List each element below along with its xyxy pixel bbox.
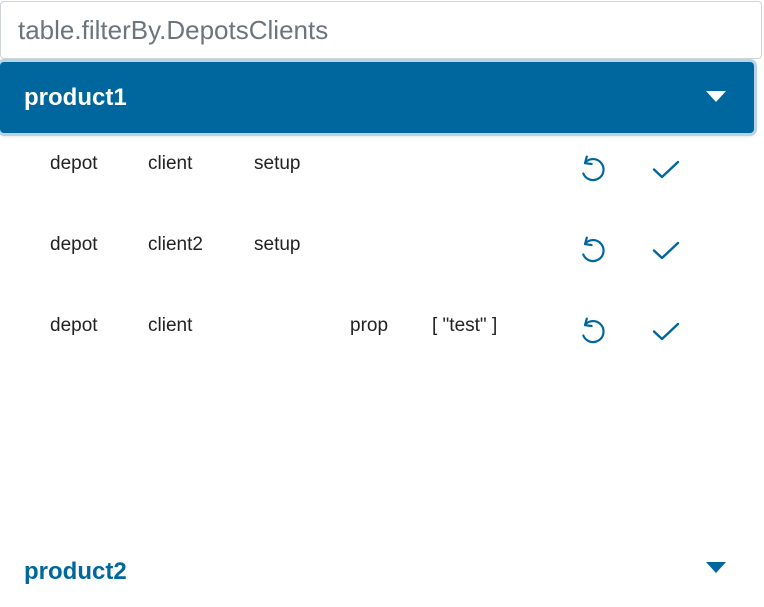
check-icon[interactable] [648,151,684,187]
table-row: depot client setup [0,133,764,193]
depot-cell: depot [50,153,98,174]
table-row: depot client prop [ "test" ] [0,295,764,355]
action-cell: setup [254,153,301,174]
client-cell: client [148,315,193,336]
product-title: product2 [24,557,127,585]
depot-cell: depot [50,234,98,255]
product-title: product1 [24,83,127,111]
client-cell: client2 [148,234,203,255]
caret-down-icon[interactable] [706,562,726,573]
undo-icon[interactable] [574,313,610,349]
product-panel-header-product2[interactable]: product2 [0,536,754,607]
value-cell: [ "test" ] [432,315,498,336]
depot-cell: depot [50,315,98,336]
property-cell: prop [350,315,389,336]
filter-depots-clients-input[interactable] [0,1,762,59]
undo-icon[interactable] [574,151,610,187]
caret-down-icon[interactable] [706,91,726,102]
table-row: depot client2 setup [0,214,764,274]
check-icon[interactable] [648,313,684,349]
action-cell: setup [254,234,301,255]
client-cell: client [148,153,193,174]
undo-icon[interactable] [574,232,610,268]
product-panel-header-product1[interactable]: product1 [0,62,754,133]
check-icon[interactable] [648,232,684,268]
